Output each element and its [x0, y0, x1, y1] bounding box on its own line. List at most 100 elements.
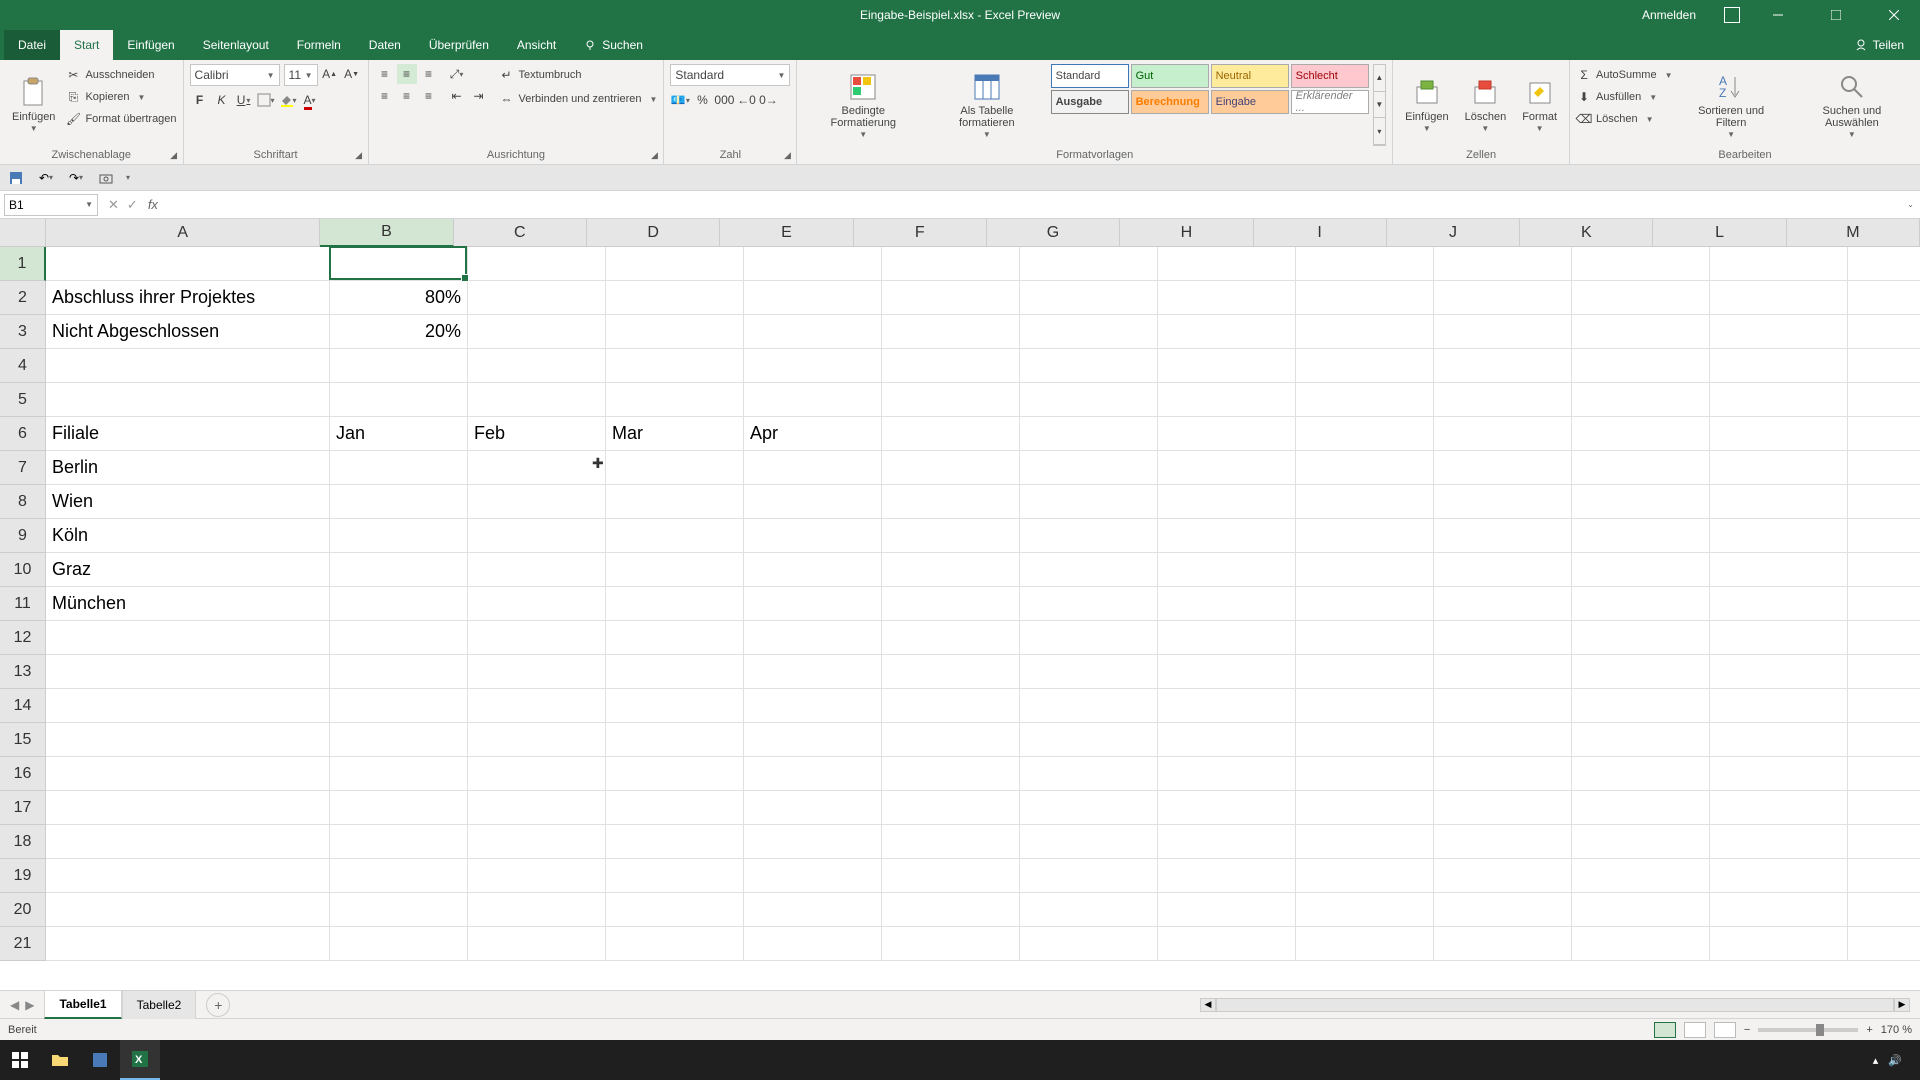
cell-M1[interactable]: [1848, 247, 1920, 281]
spreadsheet-grid[interactable]: ABCDEFGHIJKLM 12345678910111213141516171…: [0, 219, 1920, 990]
cell-J3[interactable]: [1434, 315, 1572, 349]
comma-format-button[interactable]: 000: [714, 90, 734, 110]
col-header-H[interactable]: H: [1120, 219, 1253, 247]
cell-C7[interactable]: [468, 451, 606, 485]
fill-color-button[interactable]: ▾: [278, 90, 298, 110]
cell-J5[interactable]: [1434, 383, 1572, 417]
cell-M17[interactable]: [1848, 791, 1920, 825]
cell-J1[interactable]: [1434, 247, 1572, 281]
format-as-table-button[interactable]: Als Tabelle formatieren▼: [927, 64, 1047, 146]
cell-L11[interactable]: [1710, 587, 1848, 621]
fx-icon[interactable]: fx: [148, 197, 164, 212]
cell-G19[interactable]: [1020, 859, 1158, 893]
cell-G11[interactable]: [1020, 587, 1158, 621]
cell-C1[interactable]: [468, 247, 606, 281]
cell-D9[interactable]: [606, 519, 744, 553]
cell-C13[interactable]: [468, 655, 606, 689]
cell-A8[interactable]: Wien: [46, 485, 330, 519]
qat-customize[interactable]: ▾: [126, 173, 130, 182]
row-header-14[interactable]: 14: [0, 689, 46, 723]
cell-J21[interactable]: [1434, 927, 1572, 961]
align-center-button[interactable]: ≡: [397, 86, 417, 106]
style-output[interactable]: Ausgabe: [1051, 90, 1129, 114]
cell-H11[interactable]: [1158, 587, 1296, 621]
taskbar-explorer[interactable]: [40, 1040, 80, 1080]
cell-M6[interactable]: [1848, 417, 1920, 451]
cell-A20[interactable]: [46, 893, 330, 927]
select-all-corner[interactable]: [0, 219, 46, 247]
cell-K6[interactable]: [1572, 417, 1710, 451]
cell-G12[interactable]: [1020, 621, 1158, 655]
cell-M2[interactable]: [1848, 281, 1920, 315]
align-middle-button[interactable]: ≡: [397, 64, 417, 84]
cell-E14[interactable]: [744, 689, 882, 723]
maximize-button[interactable]: [1816, 0, 1856, 30]
cell-B12[interactable]: [330, 621, 468, 655]
cell-H18[interactable]: [1158, 825, 1296, 859]
cell-E18[interactable]: [744, 825, 882, 859]
row-header-20[interactable]: 20: [0, 893, 46, 927]
decrease-decimal-button[interactable]: 0→: [758, 90, 778, 110]
cell-H3[interactable]: [1158, 315, 1296, 349]
cell-J18[interactable]: [1434, 825, 1572, 859]
cell-K9[interactable]: [1572, 519, 1710, 553]
cell-M4[interactable]: [1848, 349, 1920, 383]
cell-J12[interactable]: [1434, 621, 1572, 655]
cell-B20[interactable]: [330, 893, 468, 927]
cell-D20[interactable]: [606, 893, 744, 927]
cell-E16[interactable]: [744, 757, 882, 791]
cell-E12[interactable]: [744, 621, 882, 655]
accounting-format-button[interactable]: 💶▾: [670, 90, 690, 110]
cell-F13[interactable]: [882, 655, 1020, 689]
cell-E6[interactable]: Apr: [744, 417, 882, 451]
cell-C21[interactable]: [468, 927, 606, 961]
style-input[interactable]: Eingabe: [1211, 90, 1289, 114]
increase-font-button[interactable]: A▲: [320, 64, 340, 84]
cell-I7[interactable]: [1296, 451, 1434, 485]
cell-B9[interactable]: [330, 519, 468, 553]
cell-K21[interactable]: [1572, 927, 1710, 961]
cell-I1[interactable]: [1296, 247, 1434, 281]
col-header-E[interactable]: E: [720, 219, 853, 247]
merge-center-button[interactable]: ⇔Verbinden und zentrieren▼: [499, 88, 658, 110]
cell-F21[interactable]: [882, 927, 1020, 961]
cell-C6[interactable]: Feb: [468, 417, 606, 451]
alignment-launcher[interactable]: ◢: [647, 148, 661, 162]
cell-A1[interactable]: [46, 247, 330, 281]
cell-G9[interactable]: [1020, 519, 1158, 553]
format-cells-button[interactable]: Format▼: [1516, 64, 1563, 146]
cell-E2[interactable]: [744, 281, 882, 315]
col-header-B[interactable]: B: [320, 219, 453, 247]
cell-B1[interactable]: [330, 247, 468, 281]
cell-K5[interactable]: [1572, 383, 1710, 417]
row-header-3[interactable]: 3: [0, 315, 46, 349]
cell-D17[interactable]: [606, 791, 744, 825]
cell-D19[interactable]: [606, 859, 744, 893]
cell-J2[interactable]: [1434, 281, 1572, 315]
cell-K13[interactable]: [1572, 655, 1710, 689]
cell-E3[interactable]: [744, 315, 882, 349]
cell-D11[interactable]: [606, 587, 744, 621]
cell-G2[interactable]: [1020, 281, 1158, 315]
cell-A17[interactable]: [46, 791, 330, 825]
cell-C9[interactable]: [468, 519, 606, 553]
cell-B13[interactable]: [330, 655, 468, 689]
cell-D4[interactable]: [606, 349, 744, 383]
cell-F2[interactable]: [882, 281, 1020, 315]
row-header-13[interactable]: 13: [0, 655, 46, 689]
cell-E8[interactable]: [744, 485, 882, 519]
cell-L14[interactable]: [1710, 689, 1848, 723]
cell-C8[interactable]: [468, 485, 606, 519]
cell-I15[interactable]: [1296, 723, 1434, 757]
row-header-15[interactable]: 15: [0, 723, 46, 757]
cell-K16[interactable]: [1572, 757, 1710, 791]
cell-D18[interactable]: [606, 825, 744, 859]
cell-F6[interactable]: [882, 417, 1020, 451]
cell-J16[interactable]: [1434, 757, 1572, 791]
cell-H10[interactable]: [1158, 553, 1296, 587]
font-color-button[interactable]: A▾: [300, 90, 320, 110]
cell-B10[interactable]: [330, 553, 468, 587]
cell-L4[interactable]: [1710, 349, 1848, 383]
cell-C5[interactable]: [468, 383, 606, 417]
cell-K11[interactable]: [1572, 587, 1710, 621]
